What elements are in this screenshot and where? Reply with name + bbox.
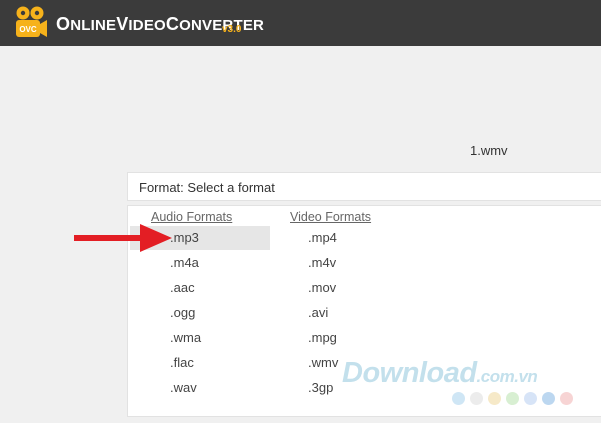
film-camera-logo-icon[interactable]: OVC [14,5,48,41]
format-option-mov[interactable]: .mov [308,276,428,300]
format-option-m4a[interactable]: .m4a [130,251,270,275]
format-option-wma[interactable]: .wma [130,326,270,350]
watermark-dot [560,392,573,405]
watermark-dot [488,392,501,405]
format-select[interactable]: Format: Select a format [127,172,601,201]
format-option-avi[interactable]: .avi [308,301,428,325]
logo-text: OVC [19,25,37,34]
format-option-m4v[interactable]: .m4v [308,251,428,275]
format-option-wav[interactable]: .wav [130,376,270,400]
format-select-label: Format: Select a format [139,180,275,195]
top-header: OVC ONLINEVIDEOCONVERTER v3.0 [0,0,601,46]
format-option-flac[interactable]: .flac [130,351,270,375]
format-option-ogg[interactable]: .ogg [130,301,270,325]
red-arrow-annotation-icon [74,224,172,252]
format-option-mpg[interactable]: .mpg [308,326,428,350]
audio-formats-header: Audio Formats [151,210,233,224]
watermark-dot [506,392,519,405]
watermark-dot [524,392,537,405]
watermark-dot [542,392,555,405]
watermark-dot [452,392,465,405]
watermark-text: Download.com.vn [342,357,538,389]
video-formats-header: Video Formats [290,210,372,224]
file-name: 1.wmv [470,143,508,158]
watermark-dots [452,392,578,406]
format-option-mp4[interactable]: .mp4 [308,226,428,250]
format-option-aac[interactable]: .aac [130,276,270,300]
watermark-dot [470,392,483,405]
brand-version: v3.0 [222,24,242,35]
